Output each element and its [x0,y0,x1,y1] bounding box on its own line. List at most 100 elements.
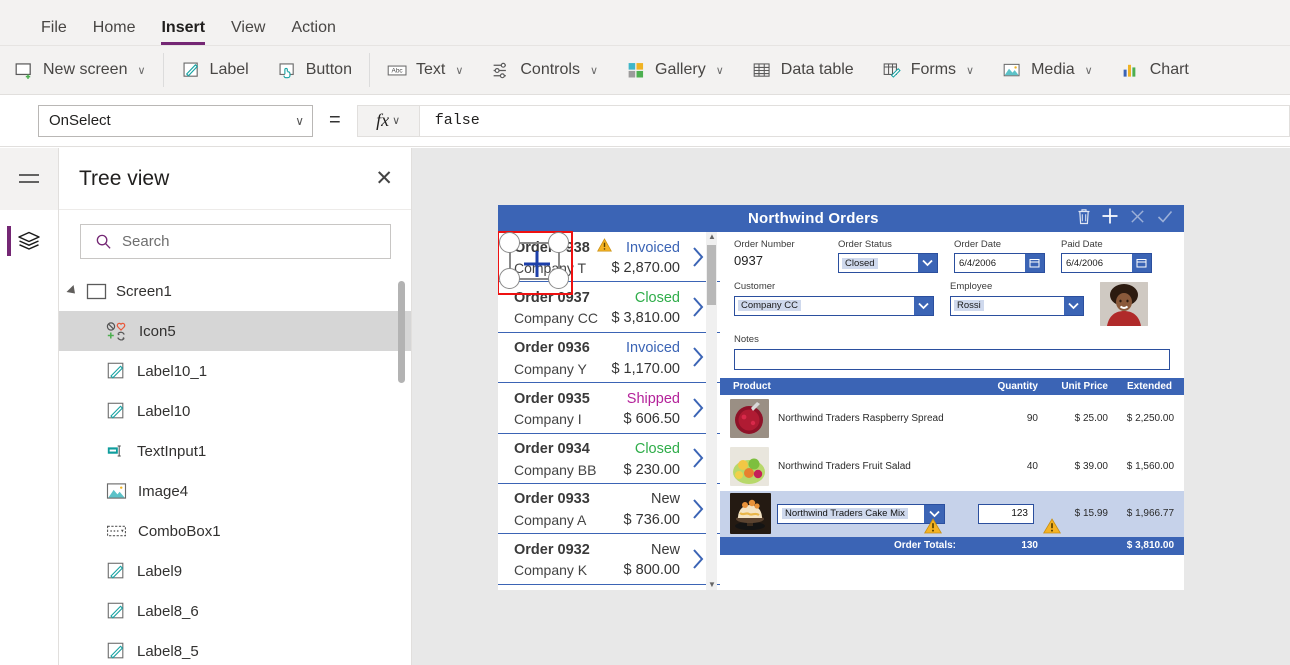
chart-icon [1121,60,1142,81]
calendar-icon[interactable] [1025,254,1044,272]
tree-node-label10-1[interactable]: Label10_1 [59,351,411,391]
line-items-table: Product Quantity Unit Price Extended [720,378,1184,555]
text-icon: Abc [387,60,408,81]
tree-view-scrollbar[interactable] [398,281,405,383]
chevron-right-icon[interactable] [692,346,704,368]
chevron-down-icon: ∨ [1085,64,1093,77]
tree-node-icon5[interactable]: Icon5 [59,311,411,351]
ribbon-label[interactable]: Label [167,52,263,88]
field-label: Employee [950,282,1084,292]
line-items-header: Product Quantity Unit Price Extended [720,378,1184,395]
formula-bar: OnSelect ∨ = fx ∨ false [0,95,1290,147]
gallery-item[interactable]: Order 0934 Closed Company BB $ 230.00 [498,434,720,484]
ribbon-chart[interactable]: Chart [1107,52,1203,88]
company-name: Company K [514,562,587,578]
line-item-row-editing[interactable]: Northwind Traders Cake Mix 123 $ 15.99 $… [720,491,1184,537]
gallery-item[interactable]: Order 0932 New Company K $ 800.00 [498,534,720,584]
ribbon-data-table[interactable]: Data table [738,52,868,88]
hamburger-menu-button[interactable] [0,148,58,210]
chevron-expanded-icon[interactable] [66,285,78,297]
line-item-row[interactable]: Northwind Traders Raspberry Spread 90 $ … [720,395,1184,443]
chevron-down-icon[interactable] [1064,297,1083,315]
combo-box-icon [106,523,127,539]
ribbon-gallery[interactable]: Gallery ∨ [612,52,738,88]
chevron-right-icon[interactable] [692,548,704,570]
tree-node-image4[interactable]: Image4 [59,471,411,511]
close-icon[interactable]: ✕ [375,168,393,189]
gallery-item[interactable]: Order 0937 Closed Company CC $ 3,810.00 [498,282,720,332]
company-name: Company CC [514,310,598,326]
icon-control-icon [106,321,128,341]
menu-item-home[interactable]: Home [80,20,149,45]
customer-dropdown[interactable]: Company CC [734,296,934,316]
product-image [730,447,769,486]
ribbon-controls[interactable]: Controls ∨ [477,52,612,88]
order-number: Order 0935 [514,391,590,407]
chevron-right-icon[interactable] [692,296,704,318]
order-date-picker[interactable]: 6/4/2006 [954,253,1045,273]
line-item-row[interactable]: Northwind Traders Fruit Salad 40 $ 39.00… [720,443,1184,491]
equals-sign: = [329,109,341,132]
ribbon-chart-label: Chart [1150,61,1189,79]
gallery-scrollbar-thumb[interactable] [707,245,716,305]
label-icon [106,561,126,581]
field-order-status: Order Status Closed [838,240,938,273]
tree-node-combobox1[interactable]: ComboBox1 [59,511,411,551]
fx-button[interactable]: fx ∨ [357,105,419,137]
chevron-right-icon[interactable] [692,246,704,268]
calendar-icon[interactable] [1132,254,1151,272]
menu-item-insert[interactable]: Insert [148,20,218,45]
tree-node-screen1[interactable]: Screen1 [59,271,411,311]
field-value: 0937 [734,253,822,268]
tree-node-textinput1[interactable]: TextInput1 [59,431,411,471]
rail-item-tree-view[interactable] [0,210,58,272]
employee-dropdown[interactable]: Rossi [950,296,1084,316]
notes-input[interactable] [734,349,1170,370]
tree-node-label: Screen1 [116,283,172,300]
tree-node-label8-5[interactable]: Label8_5 [59,631,411,665]
chevron-right-icon[interactable] [692,397,704,419]
search-input[interactable]: Search [80,224,391,259]
gallery-item[interactable]: Order 0938 Invoiced Company T $ 2,870.00 [498,232,720,282]
tree-node-label9[interactable]: Label9 [59,551,411,591]
order-status-dropdown[interactable]: Closed [838,253,938,273]
ribbon-text[interactable]: Abc Text ∨ [373,52,477,88]
gallery-item[interactable]: Order 0936 Invoiced Company Y $ 1,170.00 [498,333,720,383]
order-number: Order 0938 [514,240,590,256]
gallery-scrollbar[interactable]: ▲ ▼ [706,232,717,590]
tree-node-label8-6[interactable]: Label8_6 [59,591,411,631]
fx-label: fx [376,110,389,131]
quantity-input[interactable]: 123 [978,504,1034,524]
chevron-right-icon[interactable] [692,447,704,469]
column-header-unit-price: Unit Price [1038,381,1108,392]
paid-date-picker[interactable]: 6/4/2006 [1061,253,1152,273]
add-icon[interactable] [1101,207,1119,230]
product-dropdown[interactable]: Northwind Traders Cake Mix [777,504,945,524]
field-label: Customer [734,282,934,292]
ribbon-button[interactable]: Button [263,52,366,88]
property-selector[interactable]: OnSelect ∨ [38,105,313,137]
orders-gallery[interactable]: Order 0938 Invoiced Company T $ 2,870.00 [498,205,720,590]
chevron-right-icon[interactable] [692,498,704,520]
totals-label: Order Totals: [720,540,966,551]
menu-item-view[interactable]: View [218,20,278,45]
ribbon-media[interactable]: Media ∨ [988,52,1107,88]
data-table-icon [752,60,773,81]
scroll-up-icon[interactable]: ▲ [708,233,716,241]
label-icon [106,641,126,661]
chevron-down-icon[interactable] [918,254,937,272]
menu-item-action[interactable]: Action [278,20,348,45]
warning-icon [1043,518,1061,539]
product-name: Northwind Traders Raspberry Spread [778,413,944,424]
formula-input[interactable]: false [419,105,1290,137]
menu-item-file[interactable]: File [28,20,80,45]
delete-icon[interactable] [1077,208,1091,230]
ribbon-new-screen[interactable]: New screen ∨ [0,52,160,88]
gallery-item[interactable]: Order 0935 Shipped Company I $ 606.50 [498,383,720,433]
cancel-icon [1129,208,1146,230]
tree-node-label10[interactable]: Label10 [59,391,411,431]
scroll-down-icon[interactable]: ▼ [708,581,716,589]
ribbon-forms[interactable]: Forms ∨ [868,52,988,88]
chevron-down-icon[interactable] [914,297,933,315]
gallery-item[interactable]: Order 0933 New Company A $ 736.00 [498,484,720,534]
